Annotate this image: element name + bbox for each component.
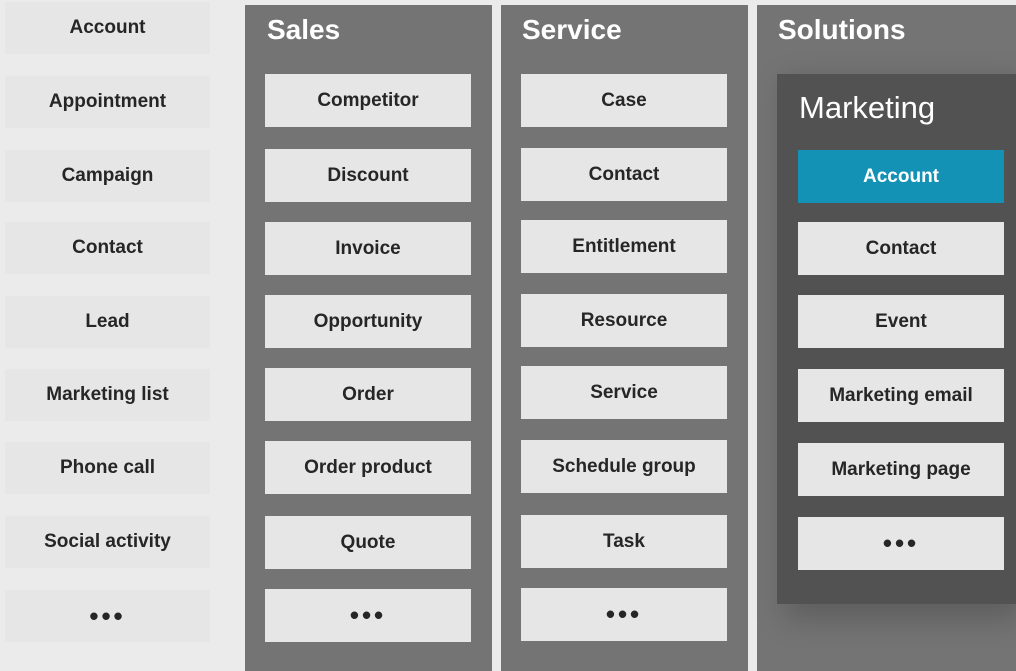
sales-item-opportunity[interactable]: Opportunity xyxy=(265,295,471,348)
service-item-service[interactable]: Service xyxy=(521,366,727,419)
entity-social-activity[interactable]: Social activity xyxy=(5,516,210,568)
sales-item-order[interactable]: Order xyxy=(265,368,471,421)
entity-appointment[interactable]: Appointment xyxy=(5,76,210,128)
marketing-more-ellipsis[interactable]: ••• xyxy=(798,517,1004,570)
service-more-ellipsis[interactable]: ••• xyxy=(521,588,727,641)
sales-item-competitor[interactable]: Competitor xyxy=(265,74,471,127)
entity-contact[interactable]: Contact xyxy=(5,222,210,274)
service-title: Service xyxy=(522,14,622,45)
sales-item-order-product[interactable]: Order product xyxy=(265,441,471,494)
marketing-item-event[interactable]: Event xyxy=(798,295,1004,348)
entity-campaign[interactable]: Campaign xyxy=(5,150,210,202)
sales-more-ellipsis[interactable]: ••• xyxy=(265,589,471,642)
sales-title: Sales xyxy=(267,14,341,45)
entity-account[interactable]: Account xyxy=(5,2,210,54)
marketing-item-account[interactable]: Account xyxy=(798,150,1004,203)
entity-phone-call[interactable]: Phone call xyxy=(5,442,210,494)
service-item-resource[interactable]: Resource xyxy=(521,294,727,347)
more-ellipsis[interactable]: ••• xyxy=(5,590,210,642)
marketing-item-contact[interactable]: Contact xyxy=(798,222,1004,275)
service-item-entitlement[interactable]: Entitlement xyxy=(521,220,727,273)
entity-lead[interactable]: Lead xyxy=(5,296,210,348)
service-item-task[interactable]: Task xyxy=(521,515,727,568)
sales-item-invoice[interactable]: Invoice xyxy=(265,222,471,275)
service-item-contact[interactable]: Contact xyxy=(521,148,727,201)
service-item-case[interactable]: Case xyxy=(521,74,727,127)
service-item-schedule-group[interactable]: Schedule group xyxy=(521,440,727,493)
marketing-title: Marketing xyxy=(799,90,936,125)
sales-item-quote[interactable]: Quote xyxy=(265,516,471,569)
solutions-title: Solutions xyxy=(778,14,906,45)
entity-marketing-list[interactable]: Marketing list xyxy=(5,369,210,421)
sales-item-discount[interactable]: Discount xyxy=(265,149,471,202)
marketing-item-marketing-email[interactable]: Marketing email xyxy=(798,369,1004,422)
marketing-item-marketing-page[interactable]: Marketing page xyxy=(798,443,1004,496)
